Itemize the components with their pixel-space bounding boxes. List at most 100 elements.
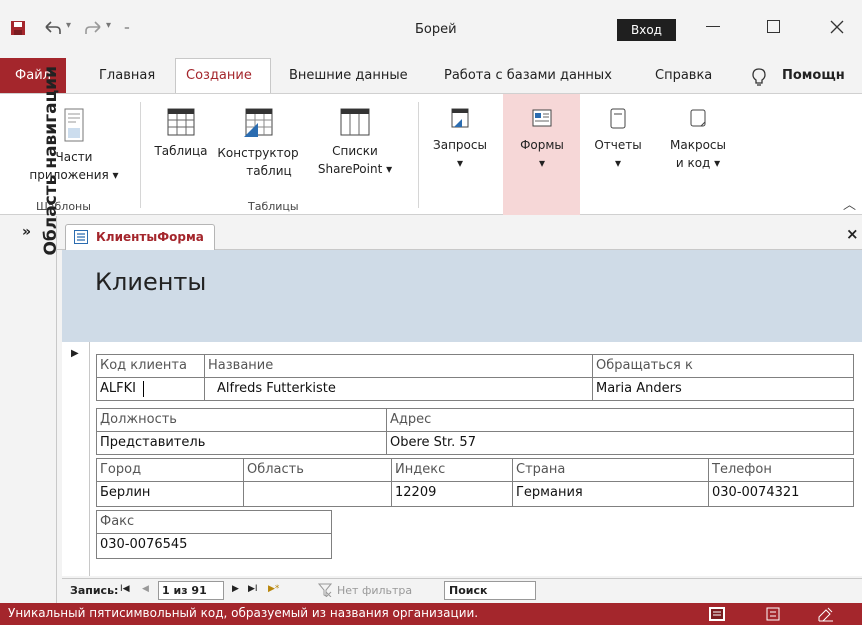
reports-button[interactable]: Отчеты ▾	[584, 108, 652, 172]
tab-external-data[interactable]: Внешние данные	[289, 68, 408, 83]
queries-label: Запросы	[433, 138, 487, 152]
reports-icon	[610, 108, 626, 129]
position-field[interactable]: Представитель	[96, 431, 387, 455]
window-title: Борей	[415, 22, 457, 37]
sharepoint-lists-button[interactable]: Списки SharePoint ▾	[310, 108, 400, 178]
queries-button[interactable]: Запросы ▾	[424, 108, 496, 172]
phone-field[interactable]: 030-0074321	[708, 481, 854, 507]
form-view-icon[interactable]	[709, 607, 725, 621]
record-navigator: Запись: I◀ ◀ 1 из 91 ▶ ▶I ▶* Нет фильтра…	[62, 578, 862, 602]
tab-customers-form[interactable]: КлиентыФорма	[65, 224, 215, 250]
sharepoint-lists-icon	[340, 108, 370, 136]
postal-field[interactable]: 12209	[391, 481, 513, 507]
address-field[interactable]: Obere Str. 57	[386, 431, 854, 455]
undo-dropdown-icon[interactable]: ▾	[66, 20, 71, 31]
customize-icon[interactable]: ₌	[124, 20, 130, 33]
city-field[interactable]: Берлин	[96, 481, 244, 507]
layout-view-icon[interactable]	[766, 607, 780, 621]
minimize-icon[interactable]	[706, 26, 720, 27]
app-parts-icon	[64, 108, 84, 142]
nav-expand-icon[interactable]: »	[22, 224, 31, 240]
sharepoint-lists-label-1: Списки	[332, 144, 378, 158]
postal-label: Индекс	[391, 458, 513, 482]
ribbon-tabs: Файл Главная Создание Внешние данные Раб…	[0, 58, 862, 95]
lightbulb-icon[interactable]	[752, 68, 766, 86]
redo-icon[interactable]	[84, 21, 102, 35]
phone-label: Телефон	[708, 458, 854, 482]
close-doc-icon[interactable]: ×	[846, 225, 859, 243]
queries-dropdown: ▾	[456, 156, 464, 170]
new-record-button[interactable]: ▶*	[268, 584, 279, 594]
ribbon-separator	[418, 102, 419, 208]
table-design-label-1: Конструктор	[217, 146, 299, 160]
position-label: Должность	[96, 408, 387, 432]
fax-field[interactable]: 030-0076545	[96, 533, 332, 559]
first-record-button[interactable]: I◀	[120, 584, 130, 594]
filter-icon	[318, 583, 332, 597]
queries-icon	[451, 108, 469, 128]
collapse-ribbon-icon[interactable]: ︿	[843, 194, 856, 213]
region-field[interactable]	[243, 481, 392, 507]
contact-label: Обращаться к	[592, 354, 854, 378]
table-design-button[interactable]: Конструктор таблиц	[212, 108, 304, 180]
forms-label: Формы	[520, 138, 564, 152]
country-field[interactable]: Германия	[512, 481, 709, 507]
ribbon-separator	[140, 102, 141, 208]
form-body: ▶ Код клиента Название Обращаться к ALFK…	[62, 342, 862, 576]
current-record-icon: ▶	[71, 348, 79, 359]
text-cursor	[143, 381, 144, 397]
prev-record-button[interactable]: ◀	[142, 584, 149, 594]
tab-create[interactable]: Создание	[186, 68, 252, 83]
status-bar: Уникальный пятисимвольный код, образуемы…	[0, 603, 862, 625]
close-icon[interactable]	[830, 20, 844, 34]
group-tables-label: Таблицы	[248, 200, 299, 213]
record-selector[interactable]: ▶	[62, 342, 90, 576]
tab-database-tools[interactable]: Работа с базами данных	[444, 68, 612, 83]
customer-id-label: Код клиента	[96, 354, 205, 378]
doc-tab-label: КлиентыФорма	[96, 230, 204, 244]
save-icon[interactable]	[10, 20, 26, 36]
forms-button[interactable]: Формы ▾	[506, 108, 578, 172]
forms-icon	[532, 109, 552, 127]
record-label: Запись:	[70, 584, 119, 597]
navigation-pane[interactable]: » Область навигации	[0, 66, 61, 603]
macros-icon	[690, 109, 706, 127]
table-design-icon	[244, 108, 273, 137]
sharepoint-lists-label-2: SharePoint ▾	[317, 162, 393, 176]
search-input[interactable]: Поиск	[444, 581, 536, 600]
next-record-button[interactable]: ▶	[232, 584, 239, 594]
form-header: Клиенты	[62, 250, 862, 342]
app-parts-button[interactable]: Части приложения ▾	[18, 108, 130, 184]
customer-id-field[interactable]: ALFKI	[96, 377, 205, 401]
contact-field[interactable]: Maria Anders	[592, 377, 854, 401]
tab-home[interactable]: Главная	[99, 68, 155, 83]
form-title: Клиенты	[95, 268, 207, 296]
document-tabs: КлиентыФорма ×	[57, 216, 862, 250]
app-parts-label-2: приложения ▾	[29, 168, 119, 182]
fax-label: Факс	[96, 510, 332, 534]
form-icon	[74, 230, 88, 244]
last-record-button[interactable]: ▶I	[248, 584, 258, 594]
record-position-field[interactable]: 1 из 91	[158, 581, 224, 600]
maximize-icon[interactable]	[767, 20, 780, 33]
filter-status[interactable]: Нет фильтра	[337, 584, 412, 597]
table-design-label-2: таблиц	[246, 164, 292, 178]
login-button[interactable]: Вход	[617, 19, 676, 41]
address-label: Адрес	[386, 408, 854, 432]
undo-icon[interactable]	[44, 21, 62, 35]
tab-help[interactable]: Справка	[655, 68, 712, 83]
status-text: Уникальный пятисимвольный код, образуемы…	[8, 606, 479, 620]
tab-tell-me[interactable]: Помощн	[782, 68, 845, 83]
table-label: Таблица	[154, 144, 208, 158]
search-placeholder: Поиск	[449, 584, 488, 597]
macros-button[interactable]: Макросы и код ▾	[658, 108, 738, 172]
reports-dropdown: ▾	[614, 156, 622, 170]
table-button[interactable]: Таблица	[150, 108, 212, 160]
redo-dropdown-icon[interactable]: ▾	[106, 20, 111, 31]
design-view-icon[interactable]	[818, 606, 834, 622]
nav-pane-label: Область навигации	[41, 66, 61, 256]
name-field[interactable]: Alfreds Futterkiste	[204, 377, 593, 401]
city-label: Город	[96, 458, 244, 482]
macros-label-1: Макросы	[670, 138, 726, 152]
name-label: Название	[204, 354, 593, 378]
